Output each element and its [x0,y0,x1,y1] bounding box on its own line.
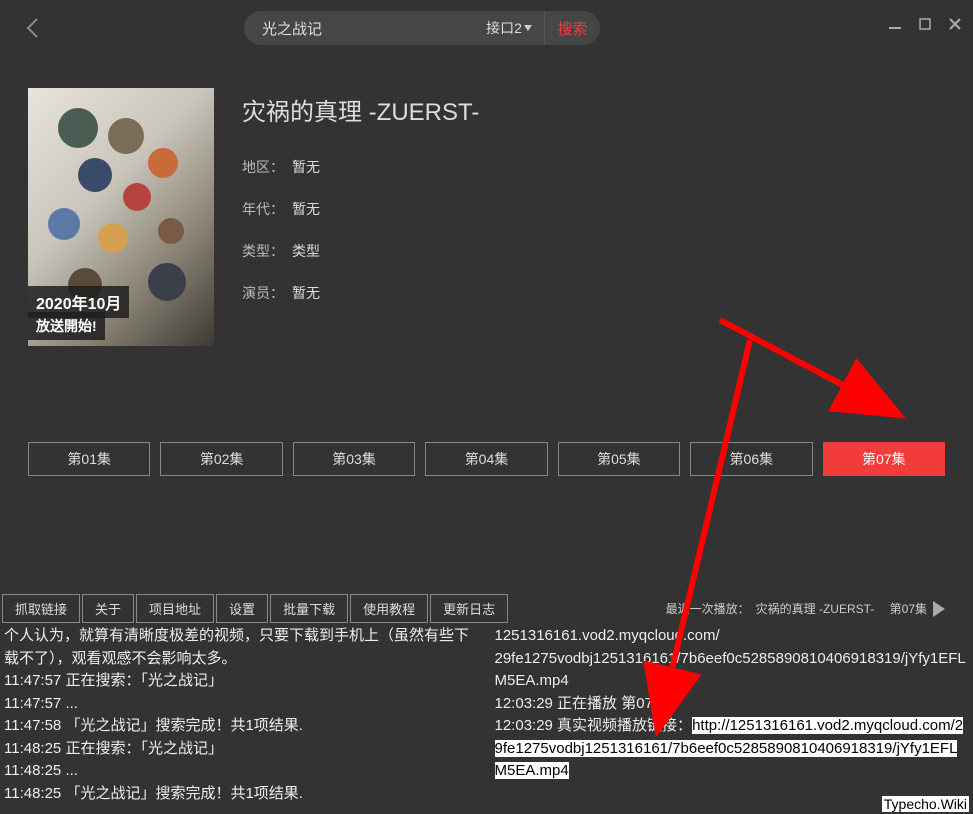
log-line-prefix: 12:03:29 真实视频播放链接： [495,717,693,734]
log-line: 11:47:57 ... [4,693,483,716]
maximize-button[interactable] [917,16,933,32]
type-label: 类型： [242,243,284,259]
year-value: 暂无 [292,201,320,217]
media-title: 灾祸的真理 -ZUERST- [242,92,479,127]
log-line: 1251316161.vod2.myqcloud.com/ [495,627,720,644]
search-input[interactable] [244,11,474,45]
episode-list: 第01集第02集第03集第04集第05集第06集第07集 [0,442,973,476]
recent-play-title: 灾祸的真理 -ZUERST- [756,600,875,617]
interface-label: 接口2 [486,18,522,38]
region-label: 地区： [242,159,284,175]
search-button[interactable]: 搜索 [544,11,600,45]
actor-value: 暂无 [292,285,320,301]
poster-caption-2: 放送開始! [28,312,105,340]
episode-button[interactable]: 第03集 [293,442,415,476]
log-left: 个人认为，就算有清晰度极差的视频，只要下载到手机上（虽然有些下载不了），观看观感… [0,623,487,803]
minimize-button[interactable] [887,16,903,32]
close-button[interactable] [947,16,963,32]
episode-button[interactable]: 第04集 [425,442,547,476]
interface-select[interactable]: 接口2 [474,11,544,45]
episode-button[interactable]: 第06集 [690,442,812,476]
log-line: 11:47:58 「光之战记」搜索完成！共1项结果. [4,715,483,738]
watermark: Typecho.Wiki [882,796,969,812]
log-line: 11:48:25 ... [4,760,483,783]
tab-item[interactable]: 项目地址 [136,594,214,623]
tab-item[interactable]: 关于 [82,594,134,623]
search-bar: 接口2 搜索 [244,11,600,45]
recent-play-prefix: 最近一次播放： [666,600,750,617]
actor-label: 演员： [242,285,284,301]
chevron-down-icon [524,25,532,31]
back-button[interactable] [20,16,44,40]
log-line: 11:48:25 「光之战记」搜索完成！共1项结果. [4,783,483,804]
log-line: 个人认为，就算有清晰度极差的视频，只要下载到手机上（虽然有些下载不了），观看观感… [4,625,483,670]
tab-item[interactable]: 设置 [216,594,268,623]
log-line: 12:03:29 正在播放 第07集 [495,695,668,712]
poster-image: 2020年10月 放送開始! [28,88,214,346]
tab-item[interactable]: 使用教程 [350,594,428,623]
recent-play-episode: 第07集 [890,600,927,617]
log-line: 11:48:25 正在搜索：「光之战记」 [4,738,483,761]
tab-item[interactable]: 批量下载 [270,594,348,623]
play-icon[interactable] [933,601,945,617]
episode-button[interactable]: 第01集 [28,442,150,476]
tab-bar: 抓取链接关于项目地址设置批量下载使用教程更新日志 [0,594,508,623]
year-label: 年代： [242,201,284,217]
log-line: 29fe1275vodbj1251316161/7b6eef0c52858908… [495,650,966,690]
episode-button[interactable]: 第05集 [558,442,680,476]
tab-item[interactable]: 抓取链接 [2,594,80,623]
log-line: 11:47:57 正在搜索：「光之战记」 [4,670,483,693]
log-right: 1251316161.vod2.myqcloud.com/ 29fe1275vo… [487,623,973,803]
region-value: 暂无 [292,159,320,175]
episode-button[interactable]: 第02集 [160,442,282,476]
tab-item[interactable]: 更新日志 [430,594,508,623]
type-value: 类型 [292,243,320,259]
episode-button[interactable]: 第07集 [823,442,945,476]
